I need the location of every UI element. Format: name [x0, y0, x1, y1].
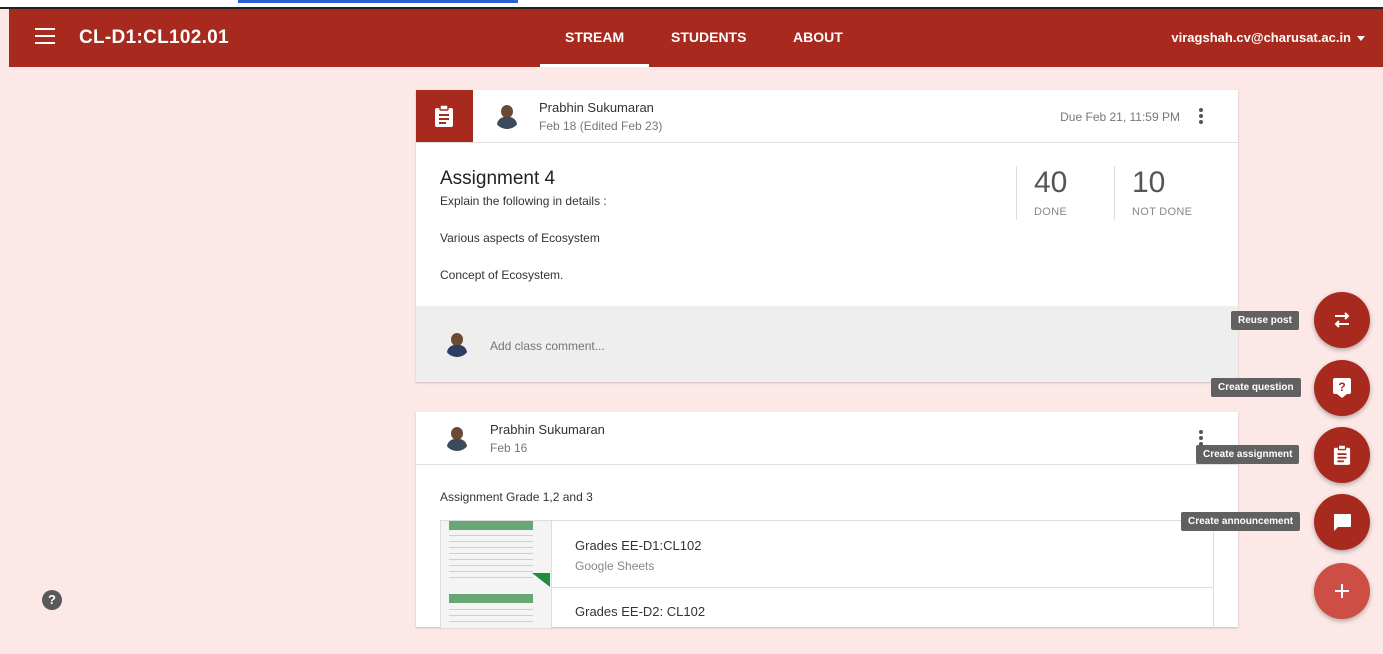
not-done-number: 10 [1132, 166, 1166, 199]
user-avatar [444, 331, 470, 357]
assignment-icon [1333, 445, 1351, 465]
done-count[interactable]: 40 DONE [1016, 166, 1114, 220]
tab-stream[interactable]: STREAM [539, 29, 650, 67]
comment-area [416, 306, 1238, 382]
post-author: Prabhin Sukumaran [490, 422, 605, 437]
class-title: CL-D1:CL102.01 [79, 27, 229, 48]
post-date: Feb 18 (Edited Feb 23) [539, 119, 663, 133]
top-link-underline [238, 0, 518, 3]
post-date: Feb 16 [490, 441, 528, 455]
author-avatar [444, 425, 470, 451]
done-number: 40 [1034, 166, 1068, 199]
create-question-button[interactable]: ? [1314, 360, 1370, 416]
caret-down-icon [1357, 36, 1365, 42]
more-options-icon[interactable] [1199, 108, 1203, 126]
create-assignment-tooltip: Create assignment [1196, 445, 1300, 464]
attachment-list: Grades EE-D1:CL102 Google Sheets Grades … [440, 520, 1214, 628]
due-date: Due Feb 21, 11:59 PM [1060, 110, 1180, 124]
tab-students[interactable]: STUDENTS [671, 29, 746, 45]
not-done-count[interactable]: 10 NOT DONE [1114, 166, 1225, 220]
author-avatar [494, 103, 520, 129]
attachment-title: Grades EE-D1:CL102 [575, 538, 702, 553]
not-done-label: NOT DONE [1132, 206, 1193, 218]
create-assignment-button[interactable] [1314, 427, 1370, 483]
help-icon[interactable]: ? [42, 590, 62, 610]
plus-icon [1335, 584, 1349, 598]
post-card[interactable]: Prabhin Sukumaran Feb 16 Assignment Grad… [416, 412, 1238, 628]
assignment-badge [416, 90, 473, 142]
post-author: Prabhin Sukumaran [539, 100, 654, 115]
account-menu[interactable]: viragshah.cv@charusat.ac.in [1171, 30, 1365, 45]
browser-top-strip [0, 0, 1383, 9]
menu-icon[interactable] [35, 28, 55, 44]
create-announcement-tooltip: Create announcement [1181, 512, 1301, 531]
assignment-description-line: Concept of Ecosystem. [440, 268, 564, 282]
reuse-icon [1334, 312, 1350, 328]
attachment-type: Google Sheets [575, 559, 655, 573]
tab-about[interactable]: ABOUT [793, 29, 843, 45]
google-sheets-icon[interactable] [441, 521, 552, 628]
create-question-tooltip: Create question [1211, 378, 1301, 397]
post-text: Assignment Grade 1,2 and 3 [440, 490, 593, 504]
add-button[interactable] [1314, 563, 1370, 619]
svg-text:?: ? [1338, 380, 1345, 394]
account-email: viragshah.cv@charusat.ac.in [1171, 30, 1351, 45]
post-header: Prabhin Sukumaran Feb 16 [416, 412, 1238, 465]
attachment-title: Grades EE-D2: CL102 [575, 604, 706, 619]
reuse-post-tooltip: Reuse post [1231, 311, 1299, 330]
class-comment-input[interactable] [490, 336, 990, 356]
done-label: DONE [1034, 206, 1067, 218]
reuse-post-button[interactable] [1314, 292, 1370, 348]
announcement-icon [1334, 514, 1351, 531]
attachment-item[interactable]: Grades EE-D2: CL102 [552, 588, 1213, 654]
assignment-description-line: Various aspects of Ecosystem [440, 231, 600, 245]
assignment-post-card[interactable]: Prabhin Sukumaran Feb 18 (Edited Feb 23)… [416, 90, 1238, 382]
create-announcement-button[interactable] [1314, 494, 1370, 550]
attachment-item[interactable]: Grades EE-D1:CL102 Google Sheets [552, 521, 1213, 588]
post-header: Prabhin Sukumaran Feb 18 (Edited Feb 23)… [416, 90, 1238, 143]
assignment-description-line: Explain the following in details : [440, 194, 607, 208]
question-icon: ? [1333, 378, 1351, 398]
assignment-title[interactable]: Assignment 4 [440, 168, 555, 190]
app-bar: CL-D1:CL102.01 STREAM STUDENTS ABOUT vir… [9, 9, 1383, 67]
assignment-icon [435, 105, 453, 127]
